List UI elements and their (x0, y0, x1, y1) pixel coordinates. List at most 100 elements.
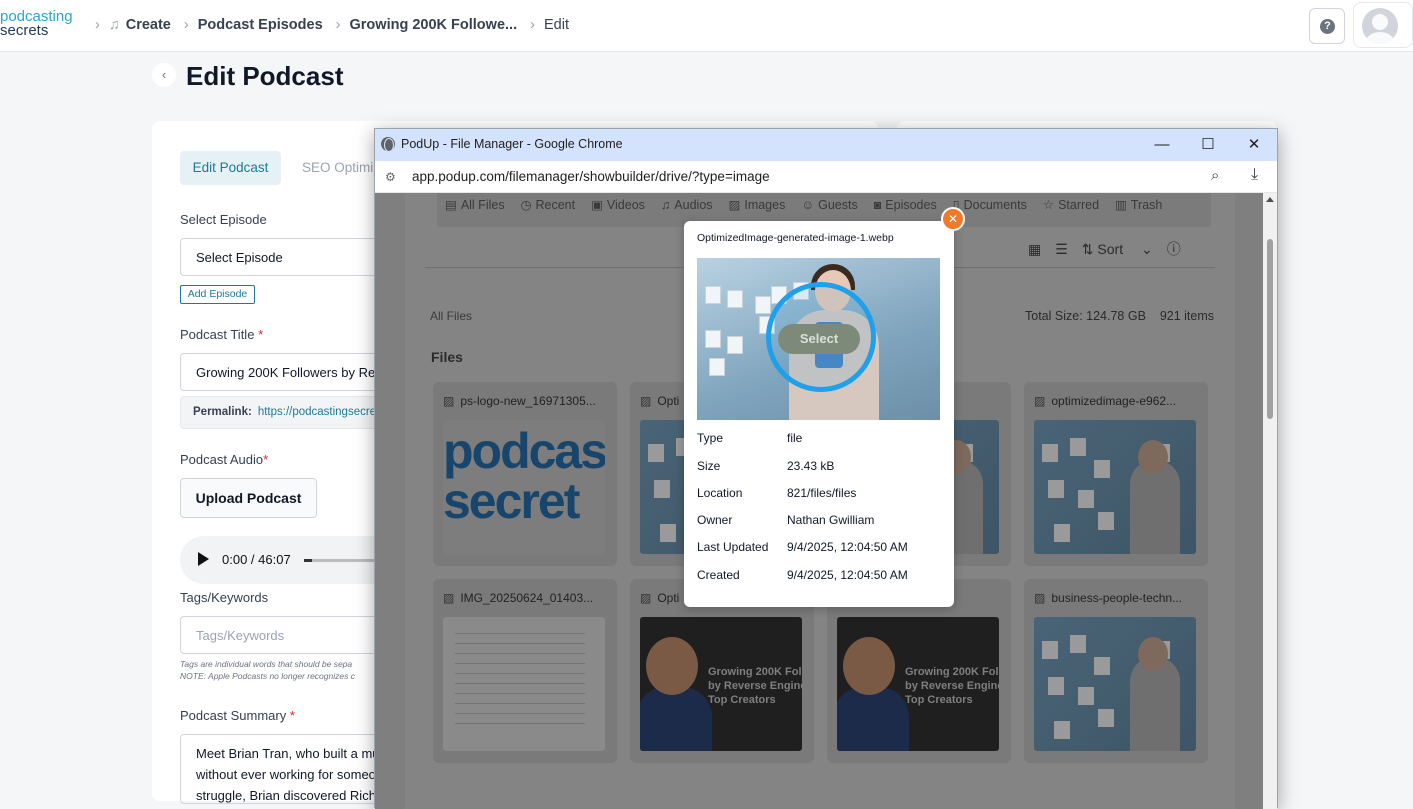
file-tile[interactable]: ▨ optimizedimage-e962... (1024, 382, 1208, 566)
detail-value: file (787, 431, 803, 445)
file-tile-name: ▨ business-people-techn... (1034, 591, 1198, 605)
file-nav-label: Recent (535, 198, 576, 212)
help-button[interactable]: ? (1309, 8, 1345, 44)
tags-note-2: NOTE: Apple Podcasts no longer recognize… (180, 671, 355, 681)
sort-button[interactable]: ⇅ Sort ⌄ (1082, 241, 1153, 257)
file-nav-item[interactable]: ▤ All Files (445, 193, 505, 217)
file-tile[interactable]: ▨ ps-logo-new_16971305... podcas secret (433, 382, 617, 566)
view-toolbar: ▦ ☰ ⇅ Sort ⌄ ⓘ (1028, 239, 1195, 259)
site-settings-icon[interactable]: ⚙ (385, 169, 401, 185)
back-button[interactable]: ‹ (152, 63, 176, 87)
file-tile-name: ▨ ps-logo-new_16971305... (443, 394, 607, 408)
tab-edit-podcast[interactable]: Edit Podcast (180, 151, 281, 185)
tab-seo[interactable]: SEO Optimiz (302, 151, 380, 185)
star-icon: ☆ (1042, 198, 1055, 212)
download-icon[interactable]: ⤓ (1251, 166, 1258, 184)
man-figure (1130, 657, 1180, 751)
zoom-icon[interactable]: ⌕ (1211, 167, 1219, 184)
file-nav-label: Documents (963, 198, 1027, 212)
detail-key: Size (697, 459, 721, 473)
chevron-left-icon: ‹ (161, 67, 167, 82)
thumb-text-line: Top Creators (905, 694, 973, 706)
thumb-text-line: by Reverse Engine (708, 680, 802, 692)
portrait-thumb (1054, 524, 1070, 542)
breadcrumb-create[interactable]: Create (126, 17, 171, 33)
grid-view-icon[interactable]: ▦ (1028, 241, 1041, 257)
summary-label: Podcast Summary * (180, 708, 295, 723)
permalink-label: Permalink: (193, 406, 252, 418)
podcast-title-label-text: Podcast Title (180, 327, 255, 342)
url-text[interactable]: app.podup.com/filemanager/showbuilder/dr… (412, 169, 770, 184)
file-tile[interactable]: ▨ IMG_20250624_01403... (433, 579, 617, 763)
audio-time: 0:00 / 46:07 (222, 552, 291, 567)
file-nav-item[interactable]: ♫ Audios (661, 193, 713, 217)
image-icon: ▨ (443, 394, 455, 408)
thumb-text-line: Growing 200K Foll (708, 666, 802, 678)
maximize-button[interactable]: ☐ (1193, 133, 1223, 157)
portrait-thumb (705, 286, 721, 304)
portrait-thumb (1042, 444, 1058, 462)
minimize-button[interactable]: — (1147, 133, 1177, 157)
storage-totals: Total Size: 124.78 GB 921 items (1025, 309, 1214, 323)
file-nav-item[interactable]: ▥ Trash (1115, 193, 1162, 217)
portrait-thumb (1078, 490, 1094, 508)
list-view-icon[interactable]: ☰ (1055, 241, 1068, 257)
detail-value: 821/files/files (787, 486, 857, 500)
file-tile-name: ▨ optimizedimage-e962... (1034, 394, 1198, 408)
breadcrumb-podcast-episodes[interactable]: Podcast Episodes (198, 17, 323, 33)
scrollbar[interactable] (1263, 193, 1277, 809)
create-icon: ♫ (108, 17, 120, 33)
file-nav-item[interactable]: ☆ Starred (1043, 193, 1099, 217)
file-thumbnail (1034, 617, 1196, 751)
address-bar[interactable]: ⚙ app.podup.com/filemanager/showbuilder/… (375, 161, 1277, 193)
file-nav-item[interactable]: ◙ Episodes (874, 193, 937, 217)
upload-podcast-button[interactable]: Upload Podcast (180, 478, 317, 518)
suit (640, 687, 712, 751)
portrait-thumb (1094, 460, 1110, 478)
item-count: 921 items (1159, 309, 1215, 323)
man-figure (1130, 460, 1180, 554)
summary-textarea[interactable]: Meet Brian Tran, who built a mult without… (180, 734, 390, 804)
podcast-title-label: Podcast Title * (180, 327, 263, 342)
required-marker: * (289, 708, 295, 723)
required-marker: * (258, 327, 264, 342)
thumb-text-line: Growing 200K Foll (905, 666, 999, 678)
portrait-thumb (1094, 657, 1110, 675)
file-preview-image: Select (697, 258, 940, 420)
thumb-text: Growing 200K Foll by Reverse Engine Top Cr… (708, 665, 802, 707)
file-nav-label: Trash (1130, 198, 1163, 212)
chevron-right-icon: › (95, 17, 100, 33)
window-title: PodUp - File Manager - Google Chrome (401, 137, 623, 151)
select-button[interactable]: Select (778, 324, 860, 354)
portrait-thumb (1054, 721, 1070, 739)
file-tile[interactable]: ▨ business-people-techn... (1024, 579, 1208, 763)
add-episode-button[interactable]: Add Episode (180, 285, 255, 304)
window-titlebar: PodUp - File Manager - Google Chrome — ☐… (375, 129, 1277, 161)
file-nav-label: Episodes (885, 198, 937, 212)
breadcrumb-episode[interactable]: Growing 200K Followe... (350, 17, 518, 33)
file-thumbnail (443, 617, 605, 751)
user-menu[interactable] (1353, 2, 1413, 48)
info-icon[interactable]: ⓘ (1167, 241, 1181, 257)
file-nav-item[interactable]: ◷ Recent (521, 193, 576, 217)
scroll-thumb[interactable] (1267, 239, 1273, 419)
select-episode-dropdown[interactable]: Select Episode (180, 238, 390, 276)
portrait-thumb (727, 336, 743, 354)
file-nav-item[interactable]: ▣ Videos (591, 193, 645, 217)
podcast-title-input[interactable]: Growing 200K Followers by Reve (180, 353, 390, 391)
man-head (1138, 637, 1168, 671)
portrait-thumb (1070, 438, 1086, 456)
file-nav-item[interactable]: ☺ Guests (801, 193, 857, 217)
file-thumbnail (1034, 420, 1196, 554)
detail-value: 9/4/2025, 12:04:50 AM (787, 568, 908, 582)
scroll-up-arrow[interactable] (1266, 197, 1274, 202)
close-popup-button[interactable]: ✕ (941, 207, 965, 231)
close-window-button[interactable]: ✕ (1239, 133, 1269, 157)
permalink-link[interactable]: https://podcastingsecre (258, 406, 376, 418)
file-nav-item[interactable]: ▨ Images (729, 193, 786, 217)
summary-label-text: Podcast Summary (180, 708, 287, 723)
tags-input[interactable]: Tags/Keywords (180, 616, 390, 654)
thumb-text: Growing 200K Foll by Reverse Engine Top Cr… (905, 665, 999, 707)
play-icon[interactable] (198, 552, 209, 566)
app-logo[interactable]: podcasting secrets (0, 9, 80, 38)
